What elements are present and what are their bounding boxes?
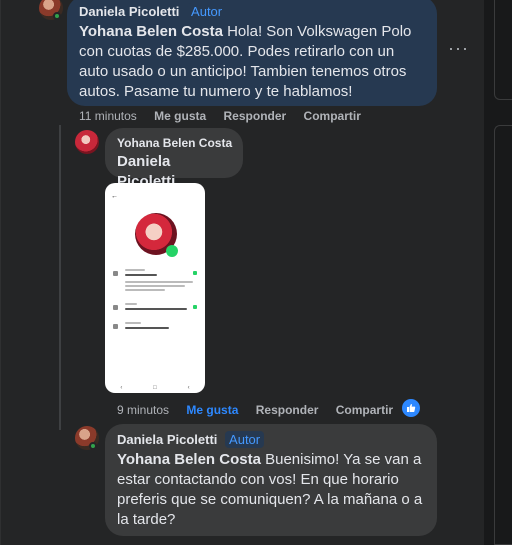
comment-actions: 11 minutos Me gusta Responder Compartir bbox=[79, 109, 375, 123]
mention-link[interactable]: Yohana Belen Costa bbox=[79, 23, 223, 40]
comment-bubble: Daniela Picoletti Autor Yohana Belen Cos… bbox=[105, 424, 437, 536]
comment-bubble: Daniela Picoletti Autor Yohana Belen Cos… bbox=[67, 0, 437, 106]
phone-text-line bbox=[125, 303, 137, 305]
phone-nav-bar: ‹ □ ‹ bbox=[105, 383, 205, 393]
edit-icon bbox=[193, 305, 197, 309]
user-icon bbox=[113, 271, 118, 276]
like-button[interactable]: Me gusta bbox=[154, 109, 206, 123]
comment-author[interactable]: Daniela Picoletti bbox=[79, 4, 179, 19]
camera-icon bbox=[166, 245, 178, 257]
thread-connector bbox=[59, 125, 61, 430]
right-sidebar bbox=[484, 0, 512, 545]
comment-bubble: Yohana Belen Costa Daniela Picoletti bbox=[105, 128, 243, 190]
comment-thread: Daniela Picoletti Autor Yohana Belen Cos… bbox=[0, 0, 484, 545]
phone-text-line bbox=[125, 274, 157, 276]
phone-text-line bbox=[125, 322, 141, 324]
phone-profile-header: ← bbox=[111, 193, 122, 200]
author-badge: Autor bbox=[225, 431, 265, 448]
edit-icon bbox=[193, 271, 197, 275]
info-icon bbox=[113, 305, 118, 310]
phone-text-line bbox=[125, 285, 185, 287]
comment-actions: 9 minutos Me gusta Responder Compartir bbox=[117, 403, 407, 417]
attached-screenshot[interactable]: ← ‹ □ ‹ bbox=[105, 183, 205, 393]
phone-icon bbox=[113, 324, 118, 329]
like-button[interactable]: Me gusta bbox=[186, 403, 238, 417]
comment-author[interactable]: Daniela Picoletti bbox=[117, 432, 217, 447]
online-status-icon bbox=[89, 442, 97, 450]
comment-author[interactable]: Yohana Belen Costa bbox=[117, 136, 232, 150]
phone-status-bar bbox=[105, 183, 205, 191]
more-options-icon[interactable]: ··· bbox=[448, 38, 469, 59]
phone-text-line bbox=[125, 281, 193, 283]
home-icon: □ bbox=[153, 385, 157, 391]
reply-button[interactable]: Responder bbox=[224, 109, 287, 123]
reply-button[interactable]: Responder bbox=[256, 403, 319, 417]
author-badge: Autor bbox=[187, 3, 227, 20]
sidebar-panel bbox=[494, 125, 512, 545]
share-button[interactable]: Compartir bbox=[336, 403, 393, 417]
sidebar-panel bbox=[494, 0, 512, 100]
back-icon: ‹ bbox=[120, 385, 123, 391]
comment-timestamp[interactable]: 11 minutos bbox=[79, 109, 137, 123]
phone-text-line bbox=[125, 327, 169, 329]
phone-text-line bbox=[125, 269, 145, 271]
phone-text-line bbox=[125, 289, 165, 291]
comment-timestamp[interactable]: 9 minutos bbox=[117, 403, 169, 417]
avatar[interactable] bbox=[75, 130, 99, 154]
phone-text-line bbox=[125, 308, 187, 310]
share-button[interactable]: Compartir bbox=[304, 109, 361, 123]
mention-link[interactable]: Yohana Belen Costa bbox=[117, 451, 261, 468]
recents-icon: ‹ bbox=[187, 385, 190, 391]
thumbs-up-icon[interactable] bbox=[402, 399, 420, 417]
online-status-icon bbox=[53, 12, 61, 20]
